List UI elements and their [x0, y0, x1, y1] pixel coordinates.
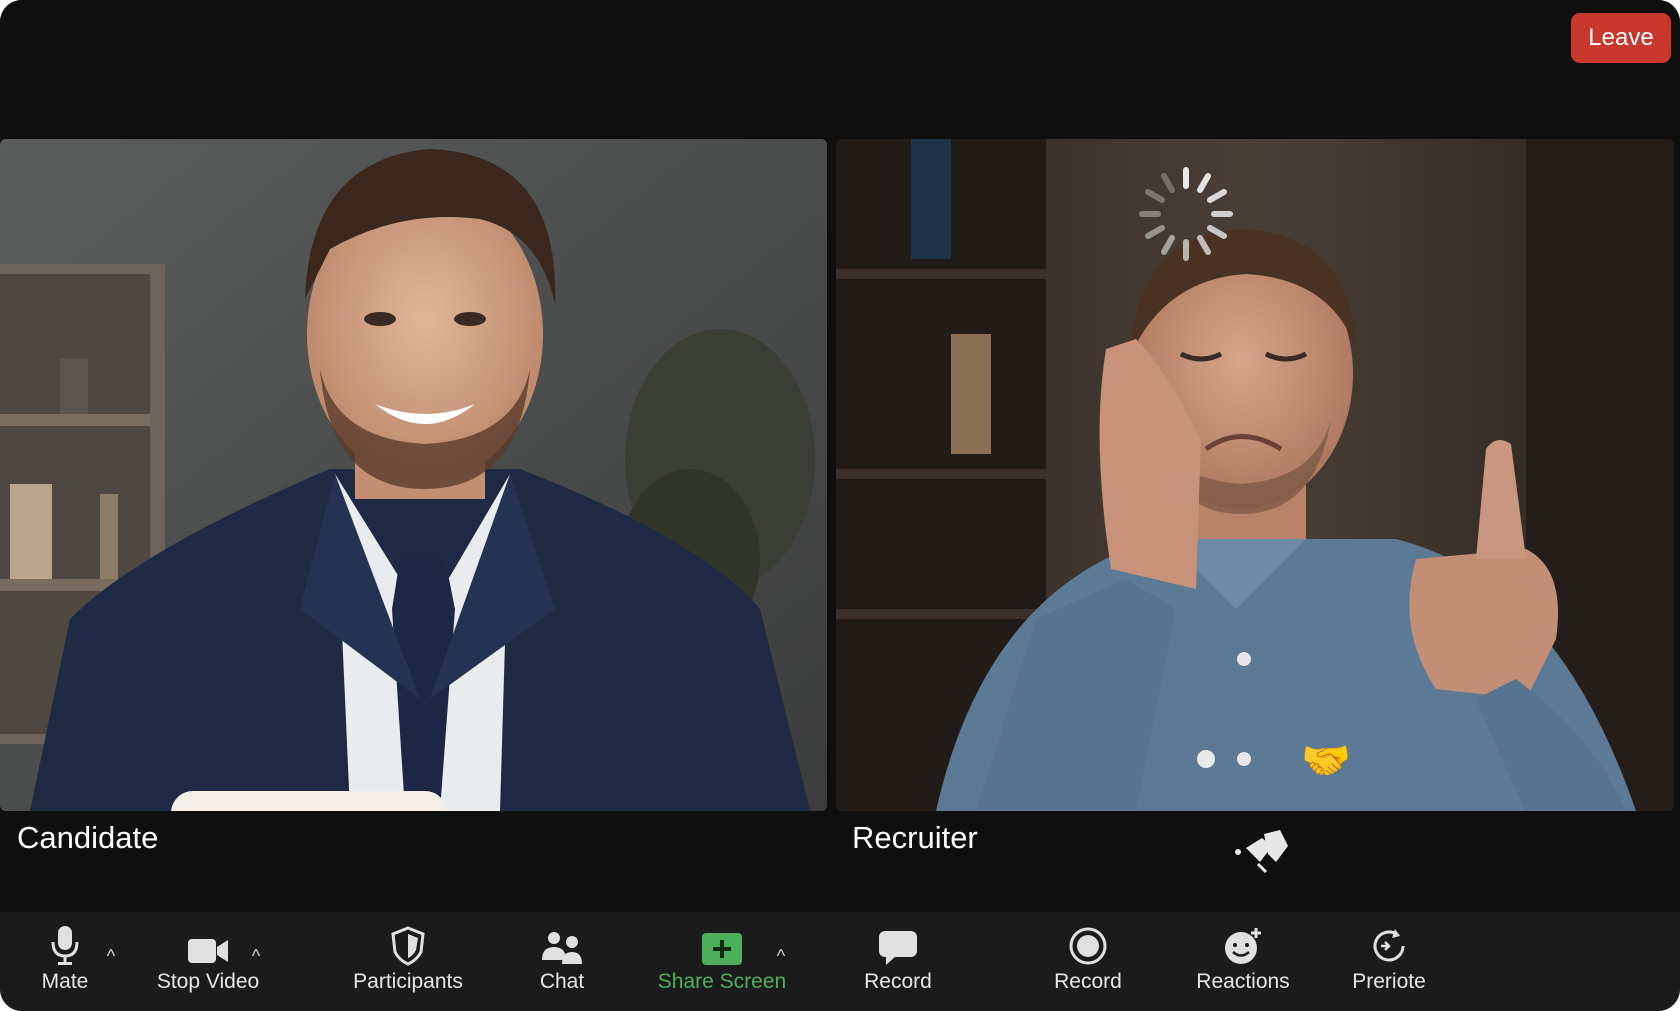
- recruiter-video-tile: 🤝: [836, 139, 1674, 811]
- chat-button[interactable]: Chat: [530, 912, 594, 1011]
- recruiter-handshake-emoji: 🤝: [1301, 739, 1351, 783]
- candidate-video-feed: [0, 139, 827, 811]
- recruiter-video-feed: [836, 139, 1674, 811]
- shield-icon: [390, 912, 426, 970]
- broken-handshake-icon: [1235, 830, 1288, 874]
- smiley-plus-icon: [1223, 912, 1263, 970]
- record-button-2[interactable]: Record: [1050, 912, 1126, 1011]
- share-screen-icon: [701, 912, 743, 970]
- top-bar: Leave: [0, 0, 1680, 138]
- candidate-name-label: Candidate: [17, 820, 159, 855]
- meeting-window: Leave 🤝 Candidate Recruiter Mate ^ Stop …: [0, 0, 1680, 1011]
- people-icon: [540, 912, 584, 970]
- refresh-icon: [1369, 912, 1409, 970]
- record-button-1[interactable]: Record: [860, 912, 936, 1011]
- meeting-toolbar: Mate ^ Stop Video ^ Participants Chat Sh…: [0, 912, 1680, 1011]
- audio-options-caret[interactable]: ^: [101, 946, 121, 966]
- video-camera-icon: [186, 912, 230, 970]
- reactions-button[interactable]: Reactions: [1190, 912, 1296, 1011]
- video-options-caret[interactable]: ^: [246, 946, 266, 966]
- reaction-bubble: 💰 📈 🤝: [171, 791, 447, 811]
- participants-button[interactable]: Participants: [346, 912, 470, 1011]
- candidate-video-tile: 💰 📈 🤝: [0, 139, 827, 811]
- recruiter-name-label: Recruiter: [852, 820, 978, 855]
- preriote-button[interactable]: Preriote: [1344, 912, 1434, 1011]
- speech-bubble-icon: [878, 912, 918, 970]
- share-options-caret[interactable]: ^: [771, 946, 791, 966]
- record-circle-icon: [1068, 912, 1108, 970]
- leave-button[interactable]: Leave: [1571, 13, 1671, 63]
- mute-button[interactable]: Mate: [30, 912, 100, 1011]
- microphone-icon: [50, 912, 80, 970]
